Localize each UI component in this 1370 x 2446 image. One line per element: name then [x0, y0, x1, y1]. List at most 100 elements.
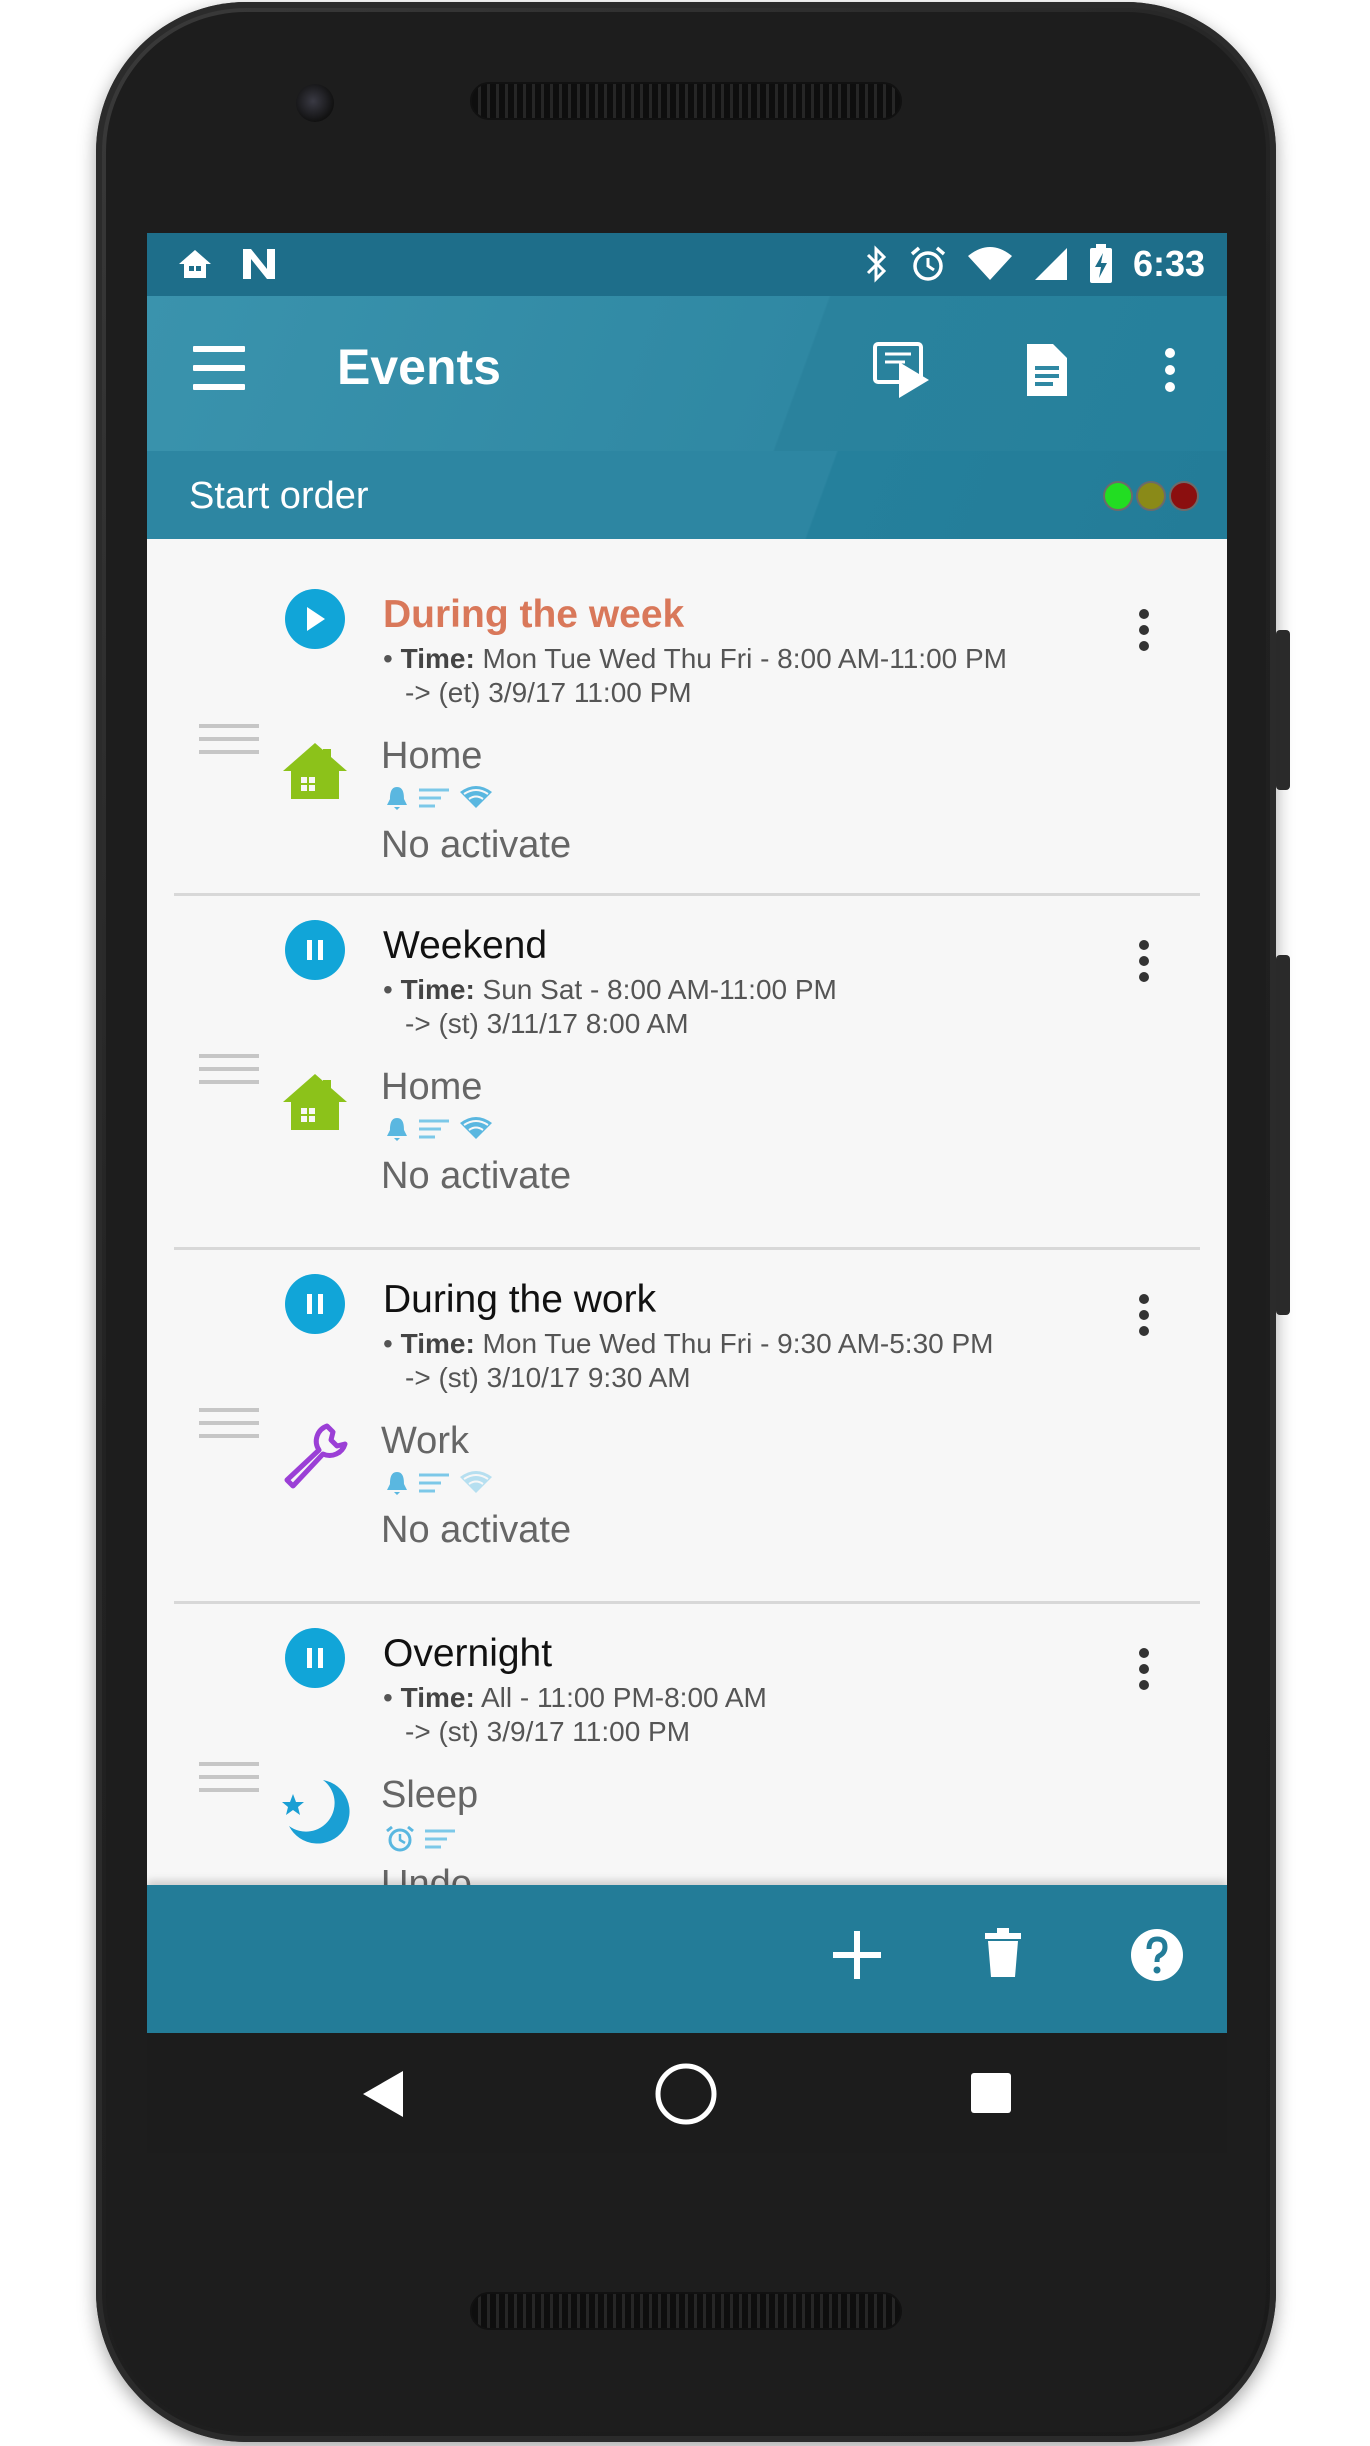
top-speaker: [470, 82, 902, 120]
front-camera: [296, 84, 334, 122]
hamburger-menu-icon[interactable]: [193, 346, 245, 390]
notification-bell-icon: [387, 787, 407, 810]
page-title: Events: [337, 339, 501, 395]
bottom-speaker: [470, 2292, 902, 2330]
profile-indicators: [385, 1470, 493, 1496]
notification-bell-icon: [387, 1472, 407, 1495]
status-dot-olive: [1136, 481, 1166, 511]
event-name: During the work: [383, 1278, 657, 1321]
alarm-indicator-icon: [386, 1825, 414, 1852]
home-circle-icon[interactable]: [655, 2063, 717, 2125]
event-pause-button[interactable]: [285, 1274, 345, 1334]
moon-icon: [282, 1780, 350, 1844]
alarm-icon: [910, 246, 946, 281]
add-icon[interactable]: [829, 1927, 885, 1983]
event-pause-button[interactable]: [285, 920, 345, 980]
pause-icon: [307, 1294, 323, 1314]
profile-indicators: [385, 785, 493, 811]
event-more-icon[interactable]: [1139, 1648, 1153, 1696]
n-logo-icon: [243, 249, 275, 279]
drag-handle-icon[interactable]: [199, 1054, 259, 1093]
event-name: Weekend: [383, 924, 548, 967]
sort-bar: Start order: [147, 451, 1227, 539]
power-button: [1276, 630, 1290, 790]
notification-bell-icon: [387, 1118, 407, 1141]
app-bar: Events: [147, 296, 1227, 451]
wrench-icon: [284, 1423, 348, 1489]
event-more-icon[interactable]: [1139, 940, 1153, 988]
drag-handle-icon[interactable]: [199, 724, 259, 763]
event-next-time: -> (st) 3/11/17 8:00 AM: [405, 1008, 689, 1039]
sort-order-label[interactable]: Start order: [189, 475, 369, 518]
screen: 6:33 Events Start order During the week …: [147, 233, 1227, 2153]
system-nav-bar: [147, 2033, 1227, 2153]
event-time-value: Sun Sat - 8:00 AM-11:00 PM: [474, 974, 837, 1005]
activity-log-icon[interactable]: [1023, 340, 1071, 400]
event-name: During the week: [383, 593, 685, 636]
volume-button: [1276, 955, 1290, 1315]
list-item[interactable]: Overnight • Time: All - 11:00 PM-8:00 AM…: [147, 1604, 1227, 1902]
event-time: • Time: Mon Tue Wed Thu Fri - 8:00 AM-11…: [383, 643, 1007, 674]
help-icon[interactable]: [1129, 1927, 1185, 1983]
pause-icon: [307, 1648, 323, 1668]
wifi-indicator-icon: [460, 786, 492, 808]
event-time-value: All - 11:00 PM-8:00 AM: [474, 1682, 767, 1713]
status-dot-green: [1103, 481, 1133, 511]
event-name: Overnight: [383, 1632, 553, 1675]
event-time-label: Time:: [400, 974, 475, 1005]
profile-name: Sleep: [381, 1774, 479, 1816]
profile-indicators: [385, 1116, 493, 1142]
event-time: • Time: Sun Sat - 8:00 AM-11:00 PM: [383, 974, 837, 1005]
wifi-icon: [967, 247, 1012, 280]
event-more-icon[interactable]: [1139, 1294, 1153, 1342]
more-vert-icon[interactable]: [1165, 348, 1177, 392]
profile-name: Home: [381, 1066, 483, 1108]
wifi-off-indicator-icon: [460, 1471, 492, 1493]
short-text-icon: [419, 1119, 449, 1139]
profile-activation: No activate: [381, 824, 572, 866]
profile-activation: No activate: [381, 1509, 572, 1551]
list-item[interactable]: During the week • Time: Mon Tue Wed Thu …: [147, 539, 1227, 896]
event-pause-button[interactable]: [285, 1628, 345, 1688]
home-icon: [179, 250, 211, 278]
delete-icon[interactable]: [983, 1927, 1023, 1979]
event-list: During the week • Time: Mon Tue Wed Thu …: [147, 539, 1227, 1902]
back-icon[interactable]: [361, 2069, 405, 2119]
drag-handle-icon[interactable]: [199, 1762, 259, 1801]
event-time-value: Mon Tue Wed Thu Fri - 8:00 AM-11:00 PM: [474, 643, 1007, 674]
profile-indicators: [385, 1824, 457, 1854]
profile-name: Work: [381, 1420, 469, 1462]
home-icon: [283, 743, 347, 799]
bluetooth-icon: [866, 245, 887, 283]
event-next-time: -> (st) 3/9/17 11:00 PM: [405, 1716, 691, 1747]
bottom-toolbar: [147, 1885, 1227, 2033]
event-time-label: Time:: [400, 1682, 475, 1713]
short-text-icon: [419, 1473, 449, 1493]
status-dot-red: [1169, 481, 1199, 511]
event-time-label: Time:: [400, 1328, 475, 1359]
short-text-icon: [425, 1829, 455, 1849]
event-time-value: Mon Tue Wed Thu Fri - 9:30 AM-5:30 PM: [474, 1328, 994, 1359]
signal-icon: [1034, 248, 1067, 280]
home-icon: [283, 1074, 347, 1130]
event-time: • Time: All - 11:00 PM-8:00 AM: [383, 1682, 767, 1713]
recents-icon[interactable]: [969, 2071, 1013, 2115]
short-text-icon: [419, 788, 449, 808]
battery-charging-icon: [1089, 244, 1112, 283]
event-running-button[interactable]: [285, 589, 345, 649]
event-more-icon[interactable]: [1139, 609, 1153, 657]
profile-activation: No activate: [381, 1155, 572, 1197]
pause-icon: [307, 940, 323, 960]
run-events-icon[interactable]: [871, 340, 931, 400]
event-next-time: -> (st) 3/10/17 9:30 AM: [405, 1362, 691, 1393]
status-dots: [1103, 481, 1199, 511]
list-item[interactable]: During the work • Time: Mon Tue Wed Thu …: [147, 1250, 1227, 1604]
wifi-indicator-icon: [460, 1117, 492, 1139]
event-time-label: Time:: [400, 643, 475, 674]
status-time: 6:33: [1132, 243, 1205, 284]
status-bar: 6:33: [147, 233, 1227, 296]
event-time: • Time: Mon Tue Wed Thu Fri - 9:30 AM-5:…: [383, 1328, 994, 1359]
drag-handle-icon[interactable]: [199, 1408, 259, 1447]
list-item[interactable]: Weekend • Time: Sun Sat - 8:00 AM-11:00 …: [147, 896, 1227, 1250]
profile-name: Home: [381, 735, 483, 777]
